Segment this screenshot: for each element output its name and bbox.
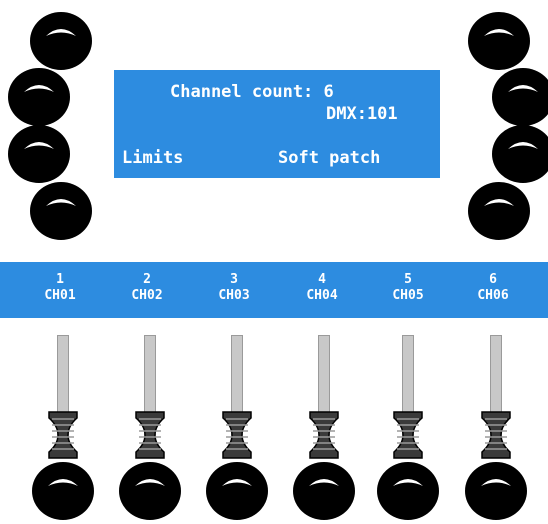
knob-highlight-icon — [46, 29, 76, 36]
fader-cap-6[interactable] — [479, 410, 513, 460]
fader-cap-4[interactable] — [307, 410, 341, 460]
channel-label-5: 5 CH05 — [392, 272, 424, 303]
knob-highlight-icon — [508, 85, 538, 92]
fader-cap-3[interactable] — [220, 410, 254, 460]
left-knob-4[interactable] — [30, 182, 92, 240]
channel-label-strip: 1 CH01 2 CH02 3 CH03 4 CH04 5 CH05 6 CH06 — [0, 262, 548, 318]
knob-highlight-icon — [393, 479, 423, 486]
fader-grip-icon — [393, 411, 423, 459]
channel-knob-5[interactable] — [377, 462, 439, 520]
channel-count-text: Channel count: 6 — [170, 82, 334, 102]
knob-highlight-icon — [484, 29, 514, 36]
knob-highlight-icon — [508, 142, 538, 149]
right-knob-3[interactable] — [492, 125, 548, 183]
fader-grip-icon — [481, 411, 511, 459]
knob-highlight-icon — [24, 142, 54, 149]
right-knob-1[interactable] — [468, 12, 530, 70]
channel-label-4: 4 CH04 — [306, 272, 338, 303]
right-knob-2[interactable] — [492, 68, 548, 126]
fader-grip-icon — [135, 411, 165, 459]
fader-grip-icon — [309, 411, 339, 459]
limits-softkey-label[interactable]: Limits — [122, 148, 183, 168]
channel-label-3: 3 CH03 — [218, 272, 250, 303]
knob-highlight-icon — [481, 479, 511, 486]
channel-label-1: 1 CH01 — [44, 272, 76, 303]
lcd-display: Channel count: 6 DMX:101 Limits Soft pat… — [114, 70, 440, 178]
left-knob-3[interactable] — [8, 125, 70, 183]
fader-grip-icon — [222, 411, 252, 459]
channel-knob-1[interactable] — [32, 462, 94, 520]
knob-highlight-icon — [222, 479, 252, 486]
channel-knob-4[interactable] — [293, 462, 355, 520]
channel-knob-6[interactable] — [465, 462, 527, 520]
channel-knob-2[interactable] — [119, 462, 181, 520]
dmx-address-text: DMX:101 — [326, 104, 398, 124]
left-knob-2[interactable] — [8, 68, 70, 126]
right-knob-4[interactable] — [468, 182, 530, 240]
fader-grip-icon — [48, 411, 78, 459]
knob-highlight-icon — [135, 479, 165, 486]
knob-highlight-icon — [46, 199, 76, 206]
channel-label-2: 2 CH02 — [131, 272, 163, 303]
knob-highlight-icon — [24, 85, 54, 92]
fader-cap-1[interactable] — [46, 410, 80, 460]
fader-cap-2[interactable] — [133, 410, 167, 460]
knob-highlight-icon — [484, 199, 514, 206]
left-knob-1[interactable] — [30, 12, 92, 70]
knob-highlight-icon — [48, 479, 78, 486]
fader-cap-5[interactable] — [391, 410, 425, 460]
channel-label-6: 6 CH06 — [477, 272, 509, 303]
knob-highlight-icon — [309, 479, 339, 486]
soft-patch-softkey-label[interactable]: Soft patch — [278, 148, 380, 168]
channel-knob-3[interactable] — [206, 462, 268, 520]
